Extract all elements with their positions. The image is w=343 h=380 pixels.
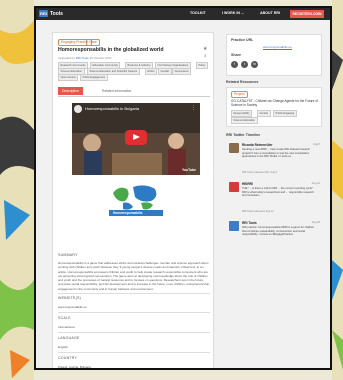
language-heading: LANGUAGE [58, 336, 80, 340]
tweet-retweet-info: RRI Tools retweeted: Aug 12 [242, 210, 274, 213]
tweet-item[interactable]: HEIRRI Aug 12 THE "... is there a call f… [226, 180, 322, 218]
logo-caption: Homoresponsabilis [113, 211, 143, 215]
scale-heading: SCALE [58, 316, 71, 320]
keyword-tag[interactable]: Public Engagement [80, 74, 108, 81]
related-keyword-tag[interactable]: Science Education [231, 117, 258, 124]
tab-related-information[interactable]: Related information [98, 87, 135, 95]
site-logo[interactable]: RRI Tools [39, 10, 63, 17]
keyword-tag[interactable]: Ethics [145, 68, 158, 75]
divider [58, 293, 210, 294]
tab-description[interactable]: Description [58, 87, 83, 95]
play-button[interactable] [125, 130, 147, 145]
video-menu-icon[interactable]: ⋮ [191, 105, 196, 111]
video-title[interactable]: Homoresponsabilis in Bulgaria [85, 106, 139, 111]
nav-link-toolkit[interactable]: TOOLKIT [190, 11, 206, 15]
twitter-icon[interactable]: t [241, 61, 248, 68]
keyword-tag[interactable]: Open Access [58, 74, 79, 81]
browser-window: RRI Tools TOOLKIT I WORK IN ... ABOUT RRI… [34, 6, 332, 370]
related-keyword-tag[interactable]: Public Engaging [273, 110, 297, 117]
avatar[interactable] [229, 221, 239, 231]
tweet-item[interactable]: RRI Tools Aug 26 RRI practice: homorespo… [226, 219, 322, 257]
tag-case[interactable]: Case [86, 39, 100, 46]
resource-card: Engaging Practice Case Homoresponsabilis… [52, 32, 214, 369]
facebook-icon[interactable]: f [231, 61, 238, 68]
uploader-link[interactable]: RRI Tools [76, 56, 89, 60]
related-resource-card[interactable]: Project GO-CATALYST - Children as Change… [226, 87, 322, 127]
register-login-button[interactable]: REGISTER/LOGIN [290, 10, 324, 18]
practice-panel: Practice URL www.responsabilis.eu Share … [226, 34, 322, 76]
tweet-time: Aug 26 [311, 221, 320, 224]
tweet-author[interactable]: RRI Tools [242, 221, 257, 225]
summary-heading: SUMMARY [58, 253, 78, 257]
tweet-time: Aug 6 [313, 143, 320, 146]
keyword-tag[interactable]: Gender [158, 68, 172, 75]
brand-name: Tools [50, 10, 63, 17]
language-value: English [58, 345, 68, 349]
country-heading: COUNTRY [58, 356, 78, 360]
upload-meta: Uploaded by RRI Tools 16 October 2017 [58, 56, 112, 60]
tweet-retweet-info: RRI Tools retweeted this: Aug 6 [242, 171, 277, 174]
nav-link-i-work-in[interactable]: I WORK IN ... [222, 11, 244, 15]
tweet-item[interactable]: Ricarda Reimerrüler Aug 6 Sending a new … [226, 141, 322, 179]
tweet-author[interactable]: HEIRRI [242, 182, 253, 186]
youtube-logo[interactable]: YouTube [182, 168, 196, 172]
divider [58, 332, 210, 333]
twitter-timeline-heading: RRI Twitter Timeline [226, 133, 261, 137]
related-resources-heading: Related Resources [226, 80, 259, 84]
nav-link-about[interactable]: ABOUT RRI [260, 11, 280, 15]
tweet-text: RRI practice: homoresponsabilis #RRI is … [242, 226, 314, 237]
divider [58, 352, 210, 353]
favorite-count: 3 [204, 53, 207, 58]
keyword-tag[interactable]: Governance [172, 68, 192, 75]
tweet-time: Aug 12 [311, 182, 320, 185]
rri-logo-icon: RRI [39, 10, 48, 17]
practice-url-link[interactable]: www.responsabilis.eu [263, 45, 292, 49]
page-title: Homoresponsabilis in the globalized worl… [58, 47, 164, 53]
page-content: Engaging Practice Case Homoresponsabilis… [36, 20, 330, 369]
related-keyword-tag[interactable]: Responsibility [231, 110, 253, 117]
share-label: Share [231, 53, 241, 57]
star-icon[interactable]: ★ [203, 46, 207, 52]
tweet-text: Sending a new #RRI ... help create RRI-s… [242, 148, 310, 159]
website-value[interactable]: www.responsabilis.eu [58, 305, 210, 309]
video-player[interactable]: Homoresponsabilis in Bulgaria ⋮ YouTube [72, 103, 200, 175]
keyword-tag[interactable]: Policy [196, 62, 208, 69]
linkedin-icon[interactable]: in [251, 61, 258, 68]
tag-project[interactable]: Project [231, 91, 248, 98]
avatar[interactable] [229, 143, 239, 153]
tweet-author[interactable]: Ricarda Reimerrüler [242, 143, 272, 147]
website-heading: WEBSITE(S) [58, 296, 81, 300]
tab-bar: Description Related information [58, 87, 210, 97]
related-resource-title[interactable]: GO-CATALYST - Children as Change Agents … [231, 99, 319, 107]
scale-value: International [58, 325, 75, 329]
related-keyword-tag[interactable]: Gender [257, 110, 271, 117]
divider [58, 312, 210, 313]
homoresponsabilis-logo [109, 185, 163, 216]
summary-text: Homoresponsabilis is a game that address… [58, 261, 210, 291]
top-navbar: RRI Tools TOOLKIT I WORK IN ... ABOUT RRI… [36, 8, 330, 20]
avatar[interactable] [229, 182, 239, 192]
channel-avatar [74, 105, 82, 113]
country-value: Poland, Austria, Bulgaria [58, 365, 91, 369]
tweet-text: THE "... is there a call for RRI ... the… [242, 187, 314, 198]
practice-url-label: Practice URL [231, 38, 254, 42]
